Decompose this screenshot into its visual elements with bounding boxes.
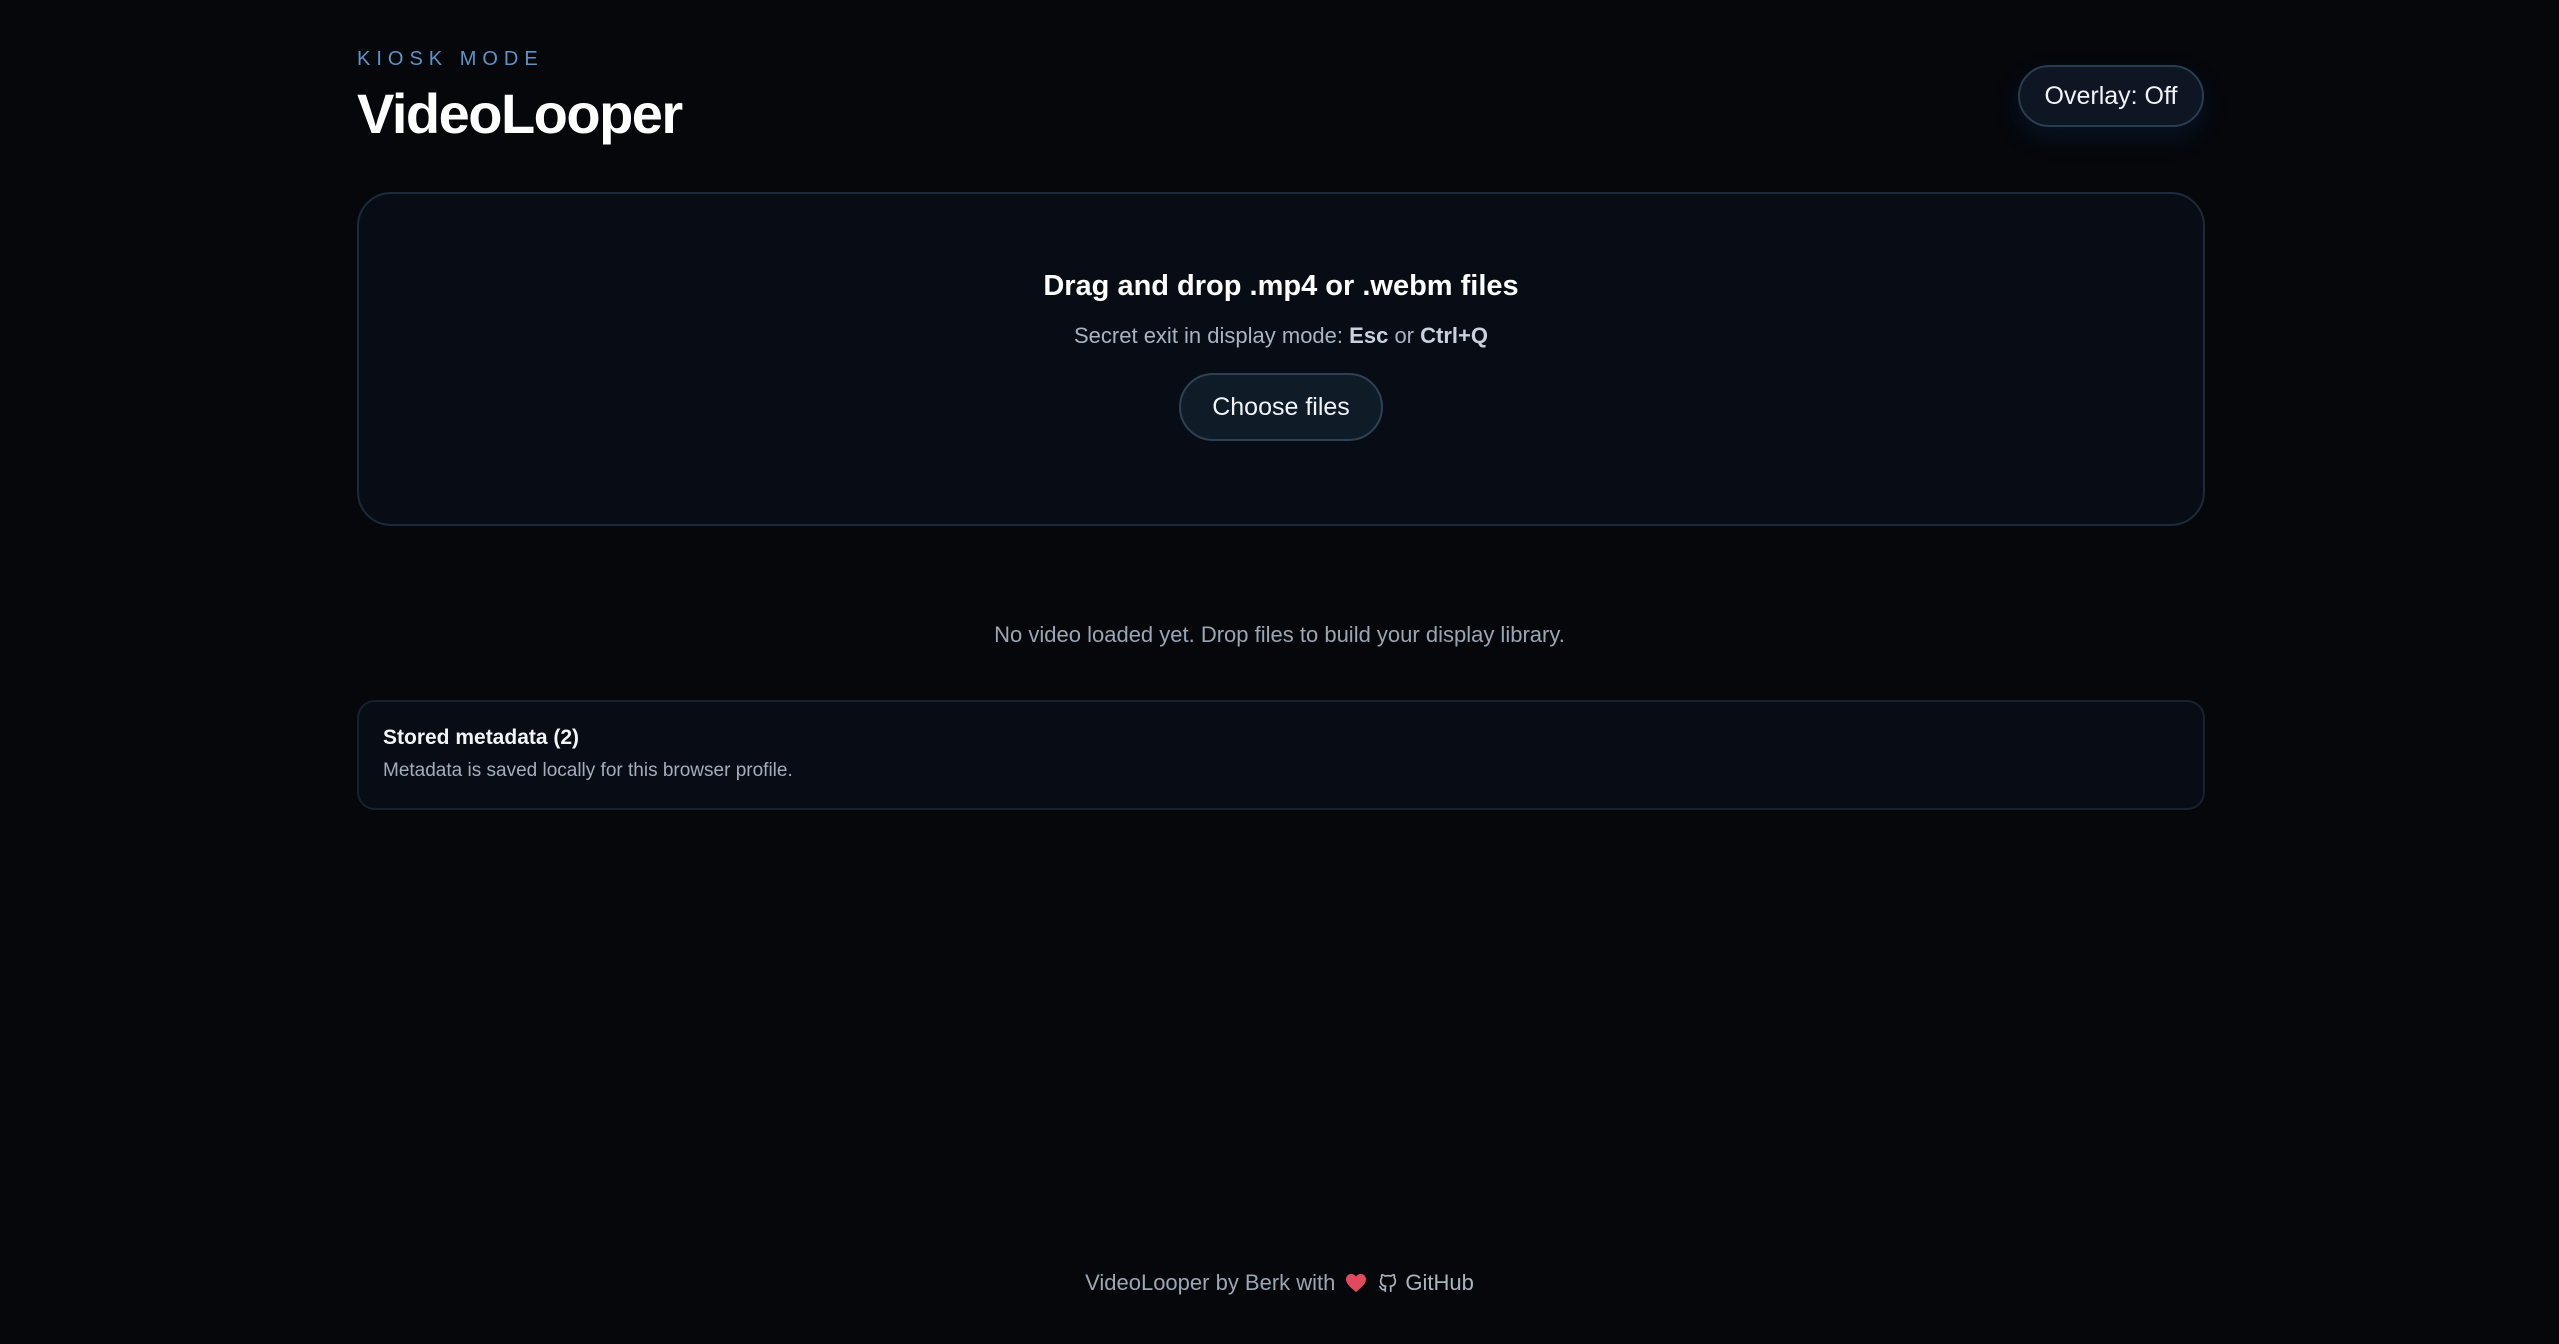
heart-icon [1345, 1273, 1367, 1293]
key-esc: Esc [1349, 323, 1389, 348]
github-label: GitHub [1405, 1270, 1474, 1295]
footer-credit: VideoLooper by Berk with [1085, 1270, 1336, 1295]
metadata-description: Metadata is saved locally for this brows… [383, 760, 793, 781]
github-icon [1377, 1272, 1399, 1294]
dropzone-hint: Secret exit in display mode: Esc or Ctrl… [1074, 323, 1488, 349]
hint-prefix: Secret exit in display mode: [1074, 323, 1344, 348]
app-root: KIOSK MODE VideoLooper Overlay: Off Drag… [0, 0, 2559, 1344]
empty-library-message: No video loaded yet. Drop files to build… [994, 622, 1565, 647]
hint-or: or [1394, 323, 1414, 348]
github-link[interactable]: GitHub [1377, 1270, 1474, 1296]
choose-files-button[interactable]: Choose files [1179, 373, 1383, 441]
key-ctrl-q: Ctrl+Q [1420, 323, 1488, 348]
overlay-toggle-button[interactable]: Overlay: Off [2018, 65, 2204, 127]
stored-metadata-panel[interactable]: Stored metadata (2) Metadata is saved lo… [357, 700, 2205, 810]
file-dropzone[interactable]: Drag and drop .mp4 or .webm files Secret… [357, 192, 2205, 526]
page-header: KIOSK MODE VideoLooper [357, 48, 683, 146]
page-footer: VideoLooper by Berk with GitHub [0, 1270, 2559, 1296]
page-title: VideoLooper [357, 82, 683, 145]
dropzone-title: Drag and drop .mp4 or .webm files [1043, 270, 1519, 302]
metadata-title: Stored metadata (2) [383, 726, 580, 749]
mode-eyebrow: KIOSK MODE [357, 48, 544, 70]
